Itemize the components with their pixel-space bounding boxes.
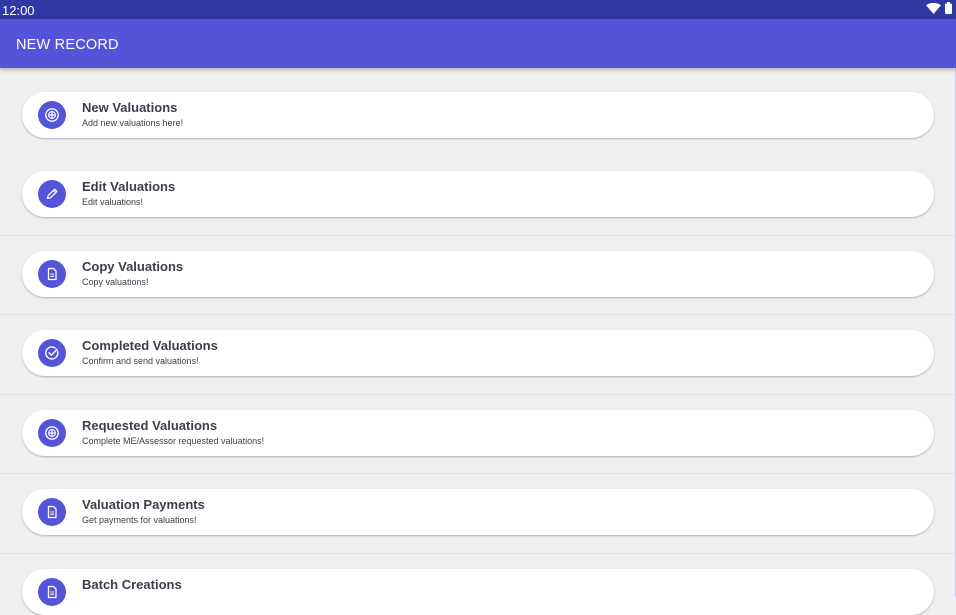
menu-item-subtitle: Copy valuations! bbox=[82, 277, 149, 287]
page-title: NEW RECORD bbox=[16, 37, 119, 53]
document-icon bbox=[38, 498, 66, 526]
menu-item-completed-valuations[interactable]: Completed Valuations Confirm and send va… bbox=[22, 330, 934, 376]
menu-item-copy-valuations[interactable]: Copy Valuations Copy valuations! bbox=[22, 251, 934, 297]
menu-item-title: Batch Creations bbox=[82, 577, 182, 592]
menu-item-title: Completed Valuations bbox=[82, 338, 218, 353]
divider bbox=[0, 473, 956, 474]
menu-item-title: Copy Valuations bbox=[82, 259, 184, 274]
menu-item-new-valuations[interactable]: New Valuations Add new valuations here! bbox=[22, 92, 934, 138]
menu-list: New Valuations Add new valuations here! … bbox=[0, 68, 956, 615]
status-time: 12:00 bbox=[2, 3, 35, 18]
wifi-icon bbox=[926, 1, 941, 19]
menu-item-subtitle: Confirm and send valuations! bbox=[82, 356, 199, 366]
menu-item-title: New Valuations bbox=[82, 100, 178, 115]
add-circle-icon bbox=[38, 419, 66, 447]
pencil-icon bbox=[38, 180, 66, 208]
document-icon bbox=[38, 578, 66, 606]
menu-item-title: Valuation Payments bbox=[82, 497, 205, 512]
divider bbox=[0, 314, 956, 315]
status-icons bbox=[926, 1, 952, 19]
menu-item-subtitle: Add new valuations here! bbox=[82, 118, 184, 128]
document-icon bbox=[38, 260, 66, 288]
menu-item-subtitle: Complete ME/Assessor requested valuation… bbox=[82, 436, 265, 446]
menu-item-batch-creations[interactable]: Batch Creations bbox=[22, 569, 934, 615]
menu-item-title: Requested Valuations bbox=[82, 418, 218, 433]
check-circle-icon bbox=[38, 339, 66, 367]
status-bar: 12:00 bbox=[0, 0, 956, 19]
add-circle-icon bbox=[38, 101, 66, 129]
menu-item-title: Edit Valuations bbox=[82, 179, 176, 194]
menu-item-edit-valuations[interactable]: Edit Valuations Edit valuations! bbox=[22, 171, 934, 217]
menu-item-subtitle: Get payments for valuations! bbox=[82, 515, 197, 525]
divider bbox=[0, 394, 956, 395]
divider bbox=[0, 553, 956, 554]
divider bbox=[0, 235, 956, 236]
app-bar: NEW RECORD bbox=[0, 19, 956, 68]
menu-item-requested-valuations[interactable]: Requested Valuations Complete ME/Assesso… bbox=[22, 410, 934, 456]
battery-icon bbox=[945, 1, 952, 19]
menu-item-subtitle: Edit valuations! bbox=[82, 197, 144, 207]
menu-item-valuation-payments[interactable]: Valuation Payments Get payments for valu… bbox=[22, 489, 934, 535]
